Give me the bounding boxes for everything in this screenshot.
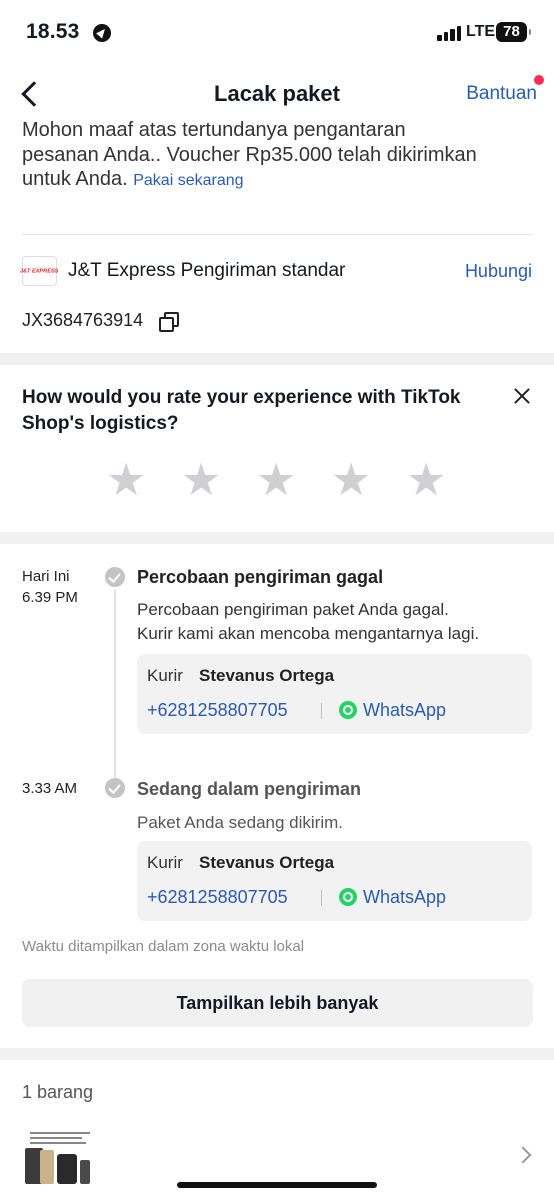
- notice-line-2: pesanan Anda.. Voucher Rp35.000 telah di…: [22, 143, 477, 166]
- event-time: 6.39 PM: [22, 589, 78, 606]
- carrier-logo: J&T EXPRESS: [20, 256, 59, 286]
- star-icon[interactable]: ★: [406, 457, 446, 502]
- event-description-line: Paket Anda sedang dikirim.: [137, 813, 344, 832]
- help-button[interactable]: Bantuan: [466, 83, 537, 105]
- signal-icon: [437, 24, 463, 41]
- section-separator: [0, 353, 554, 365]
- timezone-note: Waktu ditampilkan dalam zona waktu lokal: [22, 938, 305, 955]
- whatsapp-icon[interactable]: [339, 701, 357, 719]
- item-count: 1 barang: [22, 1082, 94, 1102]
- chevron-right-icon[interactable]: [514, 1146, 532, 1164]
- star-rating: ★ ★ ★ ★ ★: [106, 457, 446, 508]
- notice-line-3: untuk Anda.: [22, 168, 128, 190]
- divider: [22, 234, 532, 235]
- courier-name: Stevanus Ortega: [199, 853, 335, 872]
- carrier-name: J&T Express Pengiriman standar: [68, 260, 346, 281]
- event-date: Hari Ini: [22, 568, 70, 585]
- notification-dot: [534, 75, 544, 85]
- copy-icon[interactable]: [159, 312, 179, 332]
- delay-voucher-notice: Mohon maaf atas tertundanya pengantaran …: [22, 118, 522, 194]
- courier-phone-link[interactable]: +6281258807705: [147, 700, 288, 721]
- star-icon[interactable]: ★: [256, 457, 296, 502]
- courier-card: Kurir Stevanus Ortega +6281258807705 Wha…: [137, 841, 532, 921]
- use-voucher-link[interactable]: Pakai sekarang: [133, 172, 243, 189]
- rating-question: How would you rate your experience with …: [22, 387, 461, 434]
- star-icon[interactable]: ★: [106, 457, 146, 502]
- top-nav-bar: Lacak paket Bantuan: [0, 66, 554, 122]
- courier-card: Kurir Stevanus Ortega +6281258807705 Wha…: [137, 654, 532, 734]
- event-title: Sedang dalam pengiriman: [137, 779, 362, 799]
- notice-line-1: Mohon maaf atas tertundanya pengantaran: [22, 119, 406, 141]
- star-icon[interactable]: ★: [181, 457, 221, 502]
- courier-label: Kurir: [147, 666, 183, 685]
- status-bar: 18.53 LTE 78: [0, 0, 554, 66]
- whatsapp-link[interactable]: WhatsApp: [363, 887, 446, 908]
- courier-name: Stevanus Ortega: [199, 666, 335, 685]
- carrier-logo-text: J&T EXPRESS: [20, 268, 59, 274]
- divider: [321, 890, 322, 906]
- timeline-line: [114, 590, 116, 778]
- event-title: Percobaan pengiriman gagal: [137, 567, 384, 587]
- star-icon[interactable]: ★: [331, 457, 371, 502]
- event-description: Percobaan pengiriman paket Anda gagal. K…: [137, 598, 537, 646]
- section-separator: [0, 1048, 554, 1060]
- whatsapp-link[interactable]: WhatsApp: [363, 700, 446, 721]
- divider: [321, 703, 322, 719]
- network-type: LTE: [466, 23, 496, 40]
- product-thumbnail[interactable]: [22, 1128, 110, 1188]
- whatsapp-icon[interactable]: [339, 888, 357, 906]
- tracking-number: JX3684763914: [22, 310, 144, 330]
- location-arrow-icon: [93, 24, 111, 42]
- show-more-button[interactable]: Tampilkan lebih banyak: [22, 979, 533, 1027]
- courier-phone-link[interactable]: +6281258807705: [147, 887, 288, 908]
- close-icon[interactable]: [512, 386, 532, 406]
- event-time: 3.33 AM: [22, 780, 78, 797]
- battery-icon: 78: [496, 22, 531, 42]
- event-description-line: Kurir kami akan mencoba mengantarnya lag…: [137, 624, 480, 643]
- check-circle-icon: [105, 567, 125, 587]
- section-separator: [0, 532, 554, 544]
- courier-label: Kurir: [147, 853, 183, 872]
- event-description-line: Percobaan pengiriman paket Anda gagal.: [137, 600, 449, 619]
- home-indicator: [177, 1182, 377, 1188]
- event-description: Paket Anda sedang dikirim.: [137, 811, 537, 835]
- contact-carrier-button[interactable]: Hubungi: [465, 261, 532, 282]
- status-time: 18.53: [26, 20, 80, 43]
- check-circle-icon: [105, 778, 125, 798]
